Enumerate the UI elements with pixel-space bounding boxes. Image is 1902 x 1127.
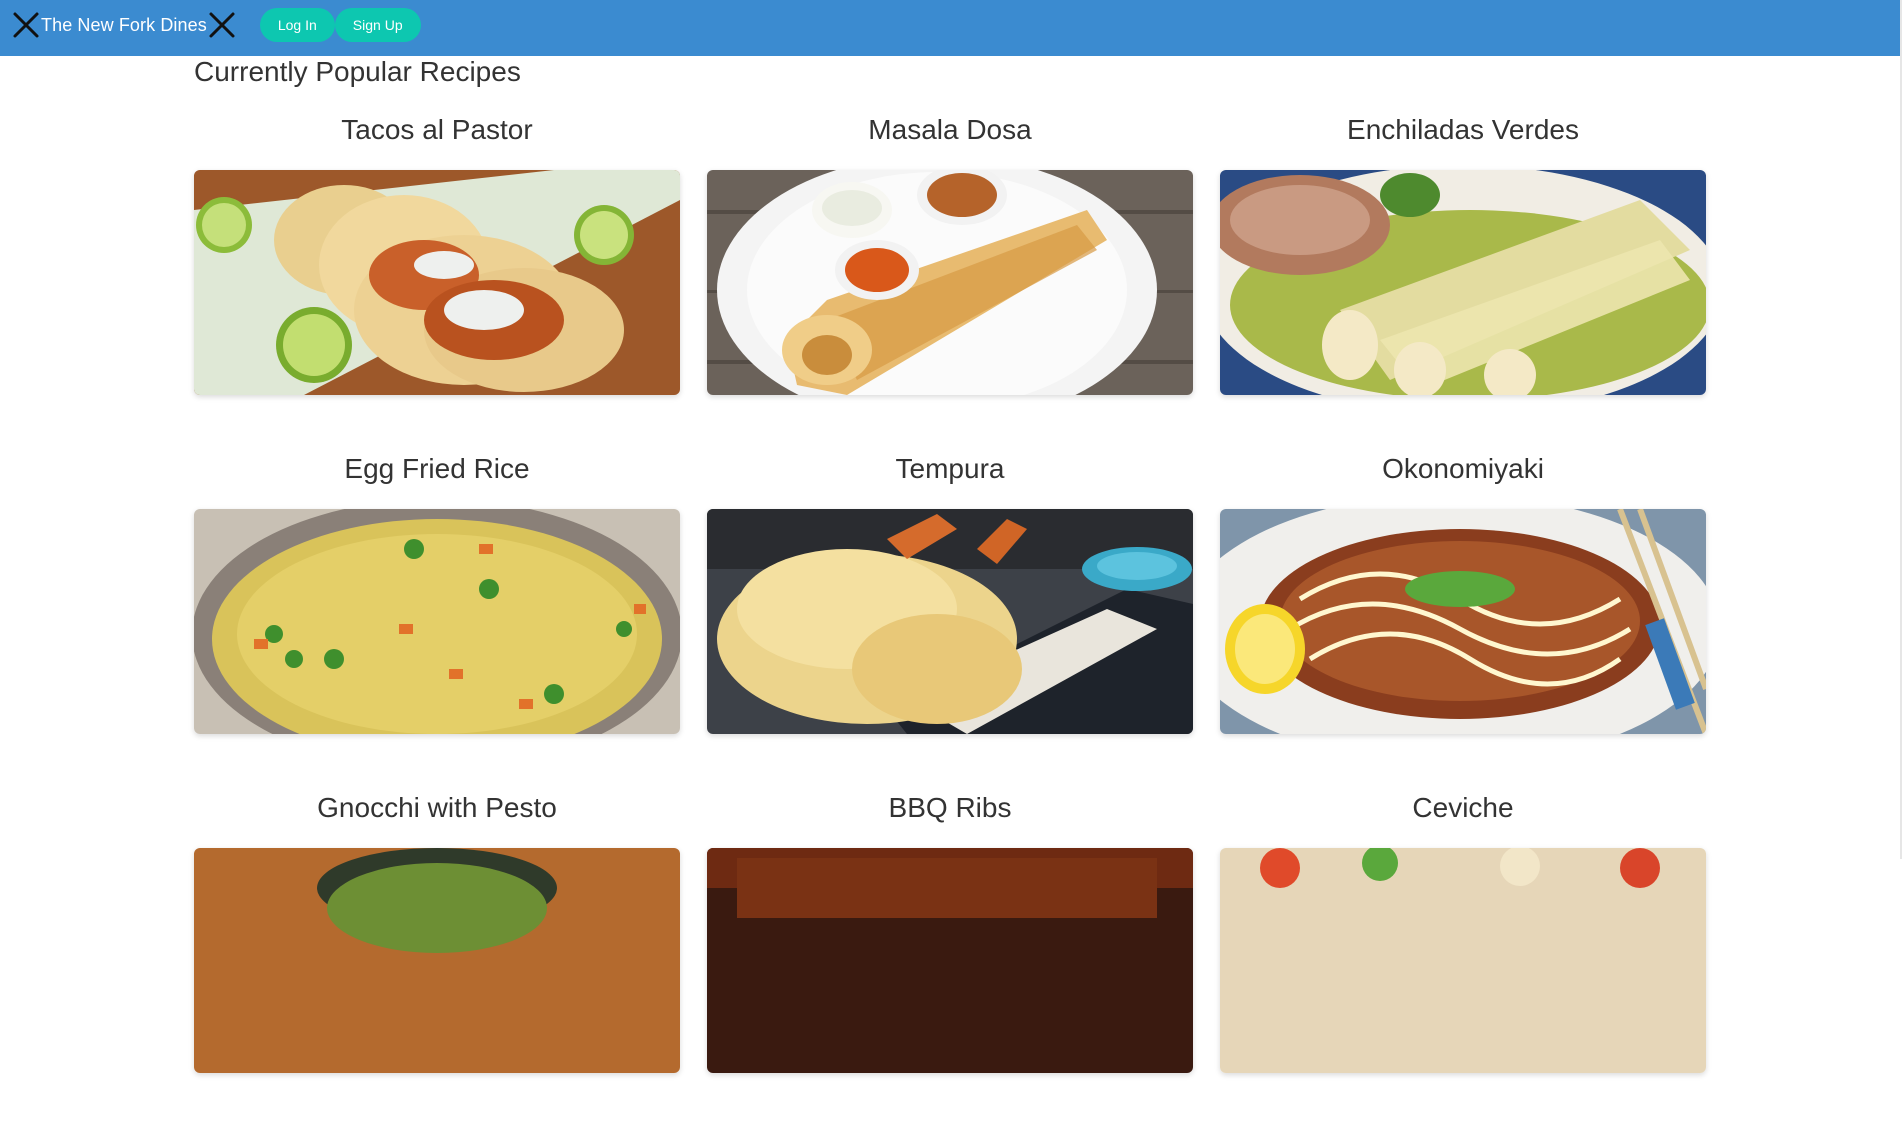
recipe-image[interactable]: [1220, 848, 1706, 1073]
page-title: Currently Popular Recipes: [194, 56, 521, 87]
recipe-image[interactable]: [1220, 509, 1706, 734]
login-button[interactable]: Log In: [259, 8, 335, 42]
recipe-card-okonomiyaki[interactable]: Okonomiyaki: [1220, 449, 1706, 788]
ceviche-photo: [1220, 848, 1706, 1073]
recipe-title: Masala Dosa: [868, 114, 1032, 145]
recipe-image[interactable]: [707, 170, 1193, 395]
recipe-grid: Tacos al Pastor Masala Dosa Enchiladas V…: [194, 110, 1706, 1127]
brand-name: The New Fork Dines: [41, 14, 207, 35]
recipe-image[interactable]: [707, 509, 1193, 734]
recipe-card-masala-dosa[interactable]: Masala Dosa: [707, 110, 1193, 449]
recipe-card-tempura[interactable]: Tempura: [707, 449, 1193, 788]
recipe-title: Gnocchi with Pesto: [317, 792, 557, 823]
bbq-ribs-photo: [707, 848, 1193, 1073]
recipe-card-enchiladas-verdes[interactable]: Enchiladas Verdes: [1220, 110, 1706, 449]
recipe-card-egg-fried-rice[interactable]: Egg Fried Rice: [194, 449, 680, 788]
egg-fried-rice-photo: [194, 509, 680, 734]
recipe-title: Ceviche: [1412, 792, 1514, 823]
recipe-image[interactable]: [707, 848, 1193, 1073]
auth-buttons: Log In Sign Up: [259, 8, 421, 42]
recipe-image[interactable]: [194, 509, 680, 734]
recipe-image[interactable]: [1220, 170, 1706, 395]
recipe-title: Tempura: [895, 453, 1005, 484]
gnocchi-with-pesto-photo: [194, 848, 680, 1073]
recipe-title: Enchiladas Verdes: [1347, 114, 1579, 145]
enchiladas-verdes-photo: [1220, 170, 1706, 395]
recipe-title: Okonomiyaki: [1382, 453, 1544, 484]
recipe-title: Tacos al Pastor: [341, 114, 533, 145]
crossed-utensils-icon: [13, 12, 39, 38]
recipe-image[interactable]: [194, 848, 680, 1073]
tempura-photo: [707, 509, 1193, 734]
recipe-card-tacos-al-pastor[interactable]: Tacos al Pastor: [194, 110, 680, 449]
recipe-title: Egg Fried Rice: [344, 453, 530, 484]
brand-link[interactable]: The New Fork Dines: [12, 11, 236, 39]
recipe-card-bbq-ribs[interactable]: BBQ Ribs: [707, 788, 1193, 1127]
navbar: The New Fork Dines Log In Sign Up: [0, 0, 1902, 56]
signup-button[interactable]: Sign Up: [334, 8, 421, 42]
recipe-title: BBQ Ribs: [888, 792, 1012, 823]
recipe-image[interactable]: [194, 170, 680, 395]
tacos-al-pastor-photo: [194, 170, 680, 395]
recipe-card-gnocchi-with-pesto[interactable]: Gnocchi with Pesto: [194, 788, 680, 1127]
crossed-utensils-icon: [209, 12, 235, 38]
okonomiyaki-photo: [1220, 509, 1706, 734]
recipe-card-ceviche[interactable]: Ceviche: [1220, 788, 1706, 1127]
navbar-content: The New Fork Dines Log In Sign Up: [12, 8, 421, 42]
masala-dosa-photo: [707, 170, 1193, 395]
